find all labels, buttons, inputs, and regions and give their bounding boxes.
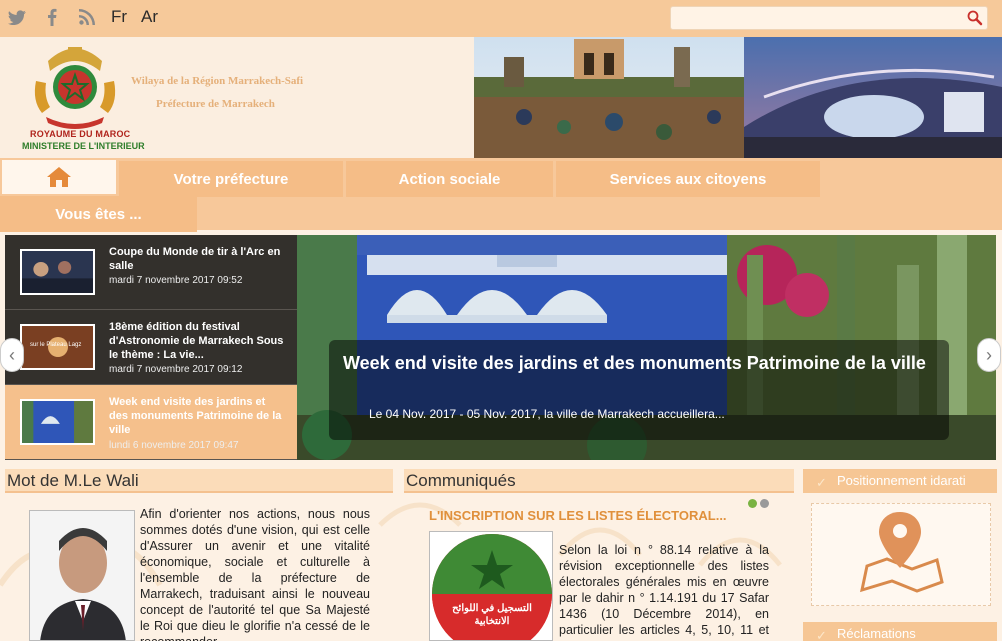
prefecture-title: Préfecture de Marrakech [156,98,275,110]
slide-caption-title[interactable]: Week end visite des jardins et des monum… [343,351,943,375]
communique-image[interactable]: التسجيل في اللوائح الانتخابية [429,531,553,641]
wilaya-title: Wilaya de la Région Marrakech-Safi [131,75,304,87]
twitter-icon[interactable] [6,6,28,28]
nav-action-sociale[interactable]: Action sociale [346,161,553,197]
home-icon [47,167,71,187]
rss-icon[interactable] [76,6,98,28]
thumb-date: mardi 7 novembre 2017 09:12 [109,364,243,375]
facebook-icon[interactable] [41,6,63,28]
positionnement-idarati-link[interactable]: ✓ Positionnement idarati [803,469,997,493]
thumb-title: Week end visite des jardins et des monum… [109,396,282,436]
slider-prev-arrow[interactable]: ‹ [0,338,24,372]
social-links: Fr Ar [6,6,172,28]
check-icon: ✓ [816,628,827,641]
royaume-text: ROYAUME DU MAROC [30,129,131,139]
chevron-left-icon: ‹ [9,344,15,365]
communiques-pager [748,499,772,508]
thumb-date: mardi 7 novembre 2017 09:52 [109,275,243,286]
reclamations-label: Réclamations [837,626,916,641]
wali-photo [29,510,135,641]
idarati-map-widget[interactable] [811,503,991,606]
lang-ar-link[interactable]: Ar [141,7,158,27]
thumb-overlay-text: sur le Plateau Lagz [30,342,82,348]
slider-thumb[interactable]: sur le Plateau Lagz 18ème édition du fes… [5,310,297,385]
check-icon: ✓ [816,475,827,490]
lang-fr-link[interactable]: Fr [111,7,127,27]
slider-thumb-active[interactable]: Week end visite des jardins et des monum… [5,385,297,460]
pager-dot-active[interactable] [748,499,757,508]
chevron-right-icon: › [986,344,992,365]
nav-home[interactable] [2,160,116,194]
header-banner-image [474,37,1002,158]
site-header: ROYAUME DU MAROC MINISTERE DE L'INTERIEU… [0,37,1002,158]
reclamations-link[interactable]: ✓ Réclamations [803,622,997,641]
thumb-image: sur le Plateau Lagz [20,324,95,370]
search-icon[interactable] [967,10,983,26]
search-box [670,6,988,30]
slider-next-arrow[interactable]: › [977,338,1001,372]
positionnement-label: Positionnement idarati [837,473,966,488]
wali-message-text: Afin d'orienter nos actions, nous nous s… [140,507,370,641]
slider-thumb[interactable]: Coupe du Monde de tir à l'Arc en salle m… [5,235,297,310]
slider-thumb-list: Coupe du Monde de tir à l'Arc en salle m… [5,235,297,460]
nav-vous-etes[interactable]: Vous êtes ... [0,196,197,232]
slide-caption-text: Le 04 Nov. 2017 - 05 Nov. 2017, la ville… [369,407,725,421]
ministere-text: MINISTERE DE L'INTERIEUR [22,141,145,151]
communique-title-link[interactable]: L'INSCRIPTION SUR LES LISTES ÉLECTORAL..… [429,508,727,523]
search-input[interactable] [671,7,961,29]
thumb-title: Coupe du Monde de tir à l'Arc en salle [109,246,281,272]
nav-services-citoyens[interactable]: Services aux citoyens [556,161,820,197]
nav-votre-prefecture[interactable]: Votre préfecture [119,161,343,197]
thumb-image [20,249,95,295]
wali-section-heading: Mot de M.Le Wali [5,469,393,493]
top-bar: Fr Ar [0,0,1002,37]
communiques-section-heading: Communiqués [404,469,794,493]
main-nav: Votre préfecture Action sociale Services… [0,158,1002,232]
thumb-title: 18ème édition du festival d'Astronomie d… [109,321,284,361]
communique-image-text: التسجيل في اللوائح الانتخابية [452,603,532,627]
thumb-image [20,399,95,445]
thumb-date: lundi 6 novembre 2017 09:47 [109,440,239,451]
royal-emblem-logo[interactable] [28,41,122,133]
pager-dot[interactable] [760,499,769,508]
communique-text: Selon la loi n ° 88.14 relative à la rév… [559,543,769,641]
map-pin-icon [860,512,944,593]
